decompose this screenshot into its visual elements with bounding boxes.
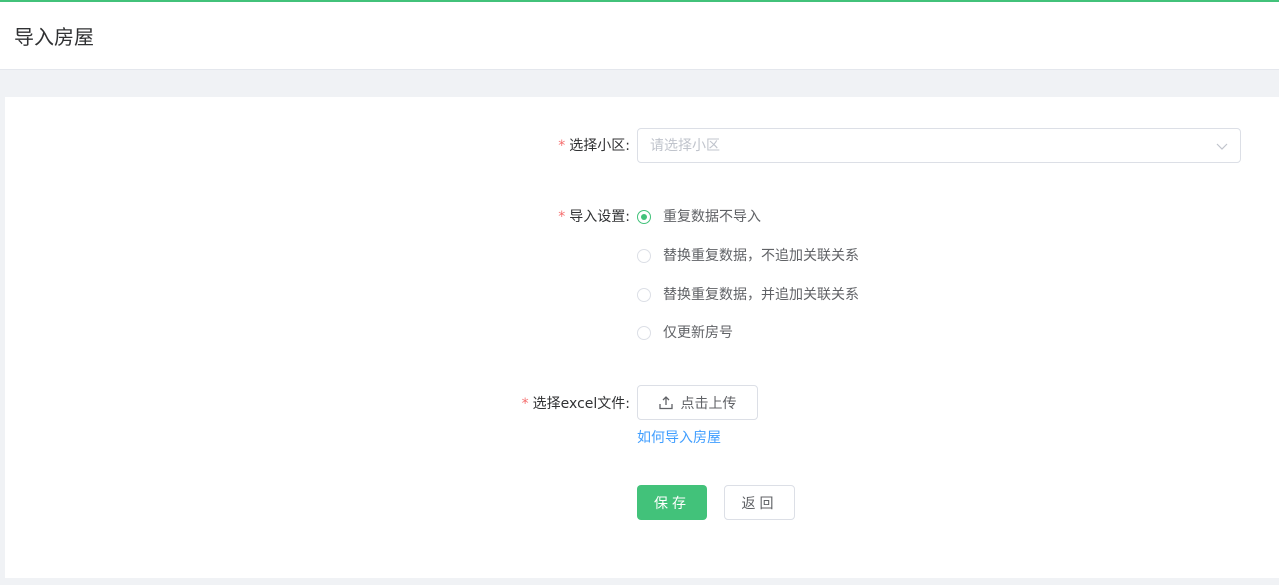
- upload-icon: [658, 395, 673, 409]
- required-star: *: [521, 396, 529, 412]
- excel-label-text: 选择excel文件:: [532, 396, 630, 412]
- community-select[interactable]: 请选择小区: [637, 128, 1241, 163]
- community-label: * 选择小区:: [558, 136, 630, 156]
- radio-unchecked-icon: [637, 288, 651, 302]
- radio-replace-no-append[interactable]: 替换重复数据，不追加关联关系: [637, 246, 859, 266]
- community-select-placeholder: 请选择小区: [650, 138, 720, 154]
- radio-unchecked-icon: [637, 249, 651, 263]
- radio-update-room-number[interactable]: 仅更新房号: [637, 323, 733, 343]
- import-settings-label-text: 导入设置:: [569, 209, 630, 225]
- chevron-down-icon: [1216, 143, 1228, 150]
- save-button[interactable]: 保存: [637, 485, 707, 520]
- radio-label: 重复数据不导入: [663, 209, 761, 225]
- required-star: *: [558, 138, 566, 154]
- required-star: *: [558, 209, 566, 225]
- page-title: 导入房屋: [14, 25, 94, 49]
- radio-label: 替换重复数据，并追加关联关系: [663, 287, 859, 303]
- radio-label: 替换重复数据，不追加关联关系: [663, 248, 859, 264]
- how-to-import-link[interactable]: 如何导入房屋: [637, 428, 721, 448]
- excel-label: * 选择excel文件:: [522, 394, 630, 414]
- radio-skip-duplicates[interactable]: 重复数据不导入: [637, 207, 761, 227]
- radio-checked-icon: [637, 210, 651, 224]
- upload-button-label: 点击上传: [680, 395, 737, 412]
- upload-button[interactable]: 点击上传: [637, 385, 758, 420]
- radio-label: 仅更新房号: [663, 325, 733, 341]
- page-header: 导入房屋: [0, 2, 1279, 70]
- back-button[interactable]: 返回: [724, 485, 795, 520]
- import-settings-label: * 导入设置:: [558, 207, 630, 227]
- community-label-text: 选择小区:: [569, 138, 630, 154]
- radio-unchecked-icon: [637, 326, 651, 340]
- radio-replace-append[interactable]: 替换重复数据，并追加关联关系: [637, 285, 859, 305]
